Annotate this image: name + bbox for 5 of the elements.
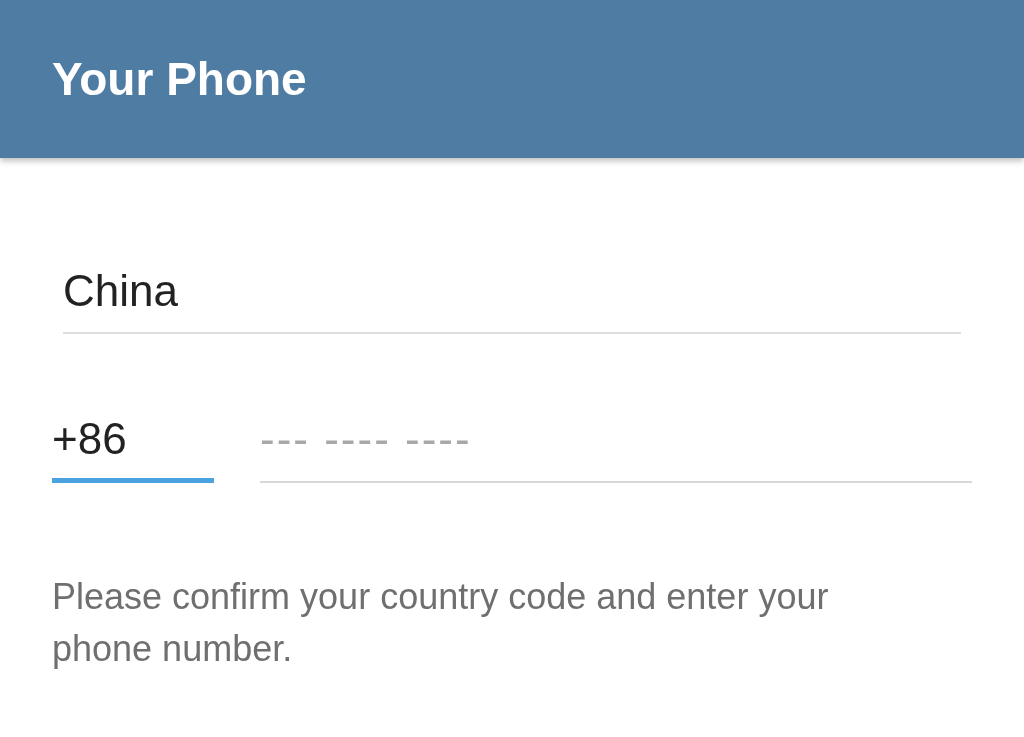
country-field[interactable]: China: [63, 266, 961, 334]
screen-title: Your Phone: [52, 52, 307, 106]
instruction-text: Please confirm your country code and enter your phone number.: [52, 575, 830, 671]
phone-number-field[interactable]: --- ---- ----: [260, 414, 972, 483]
country-code-field[interactable]: +86: [52, 414, 214, 483]
